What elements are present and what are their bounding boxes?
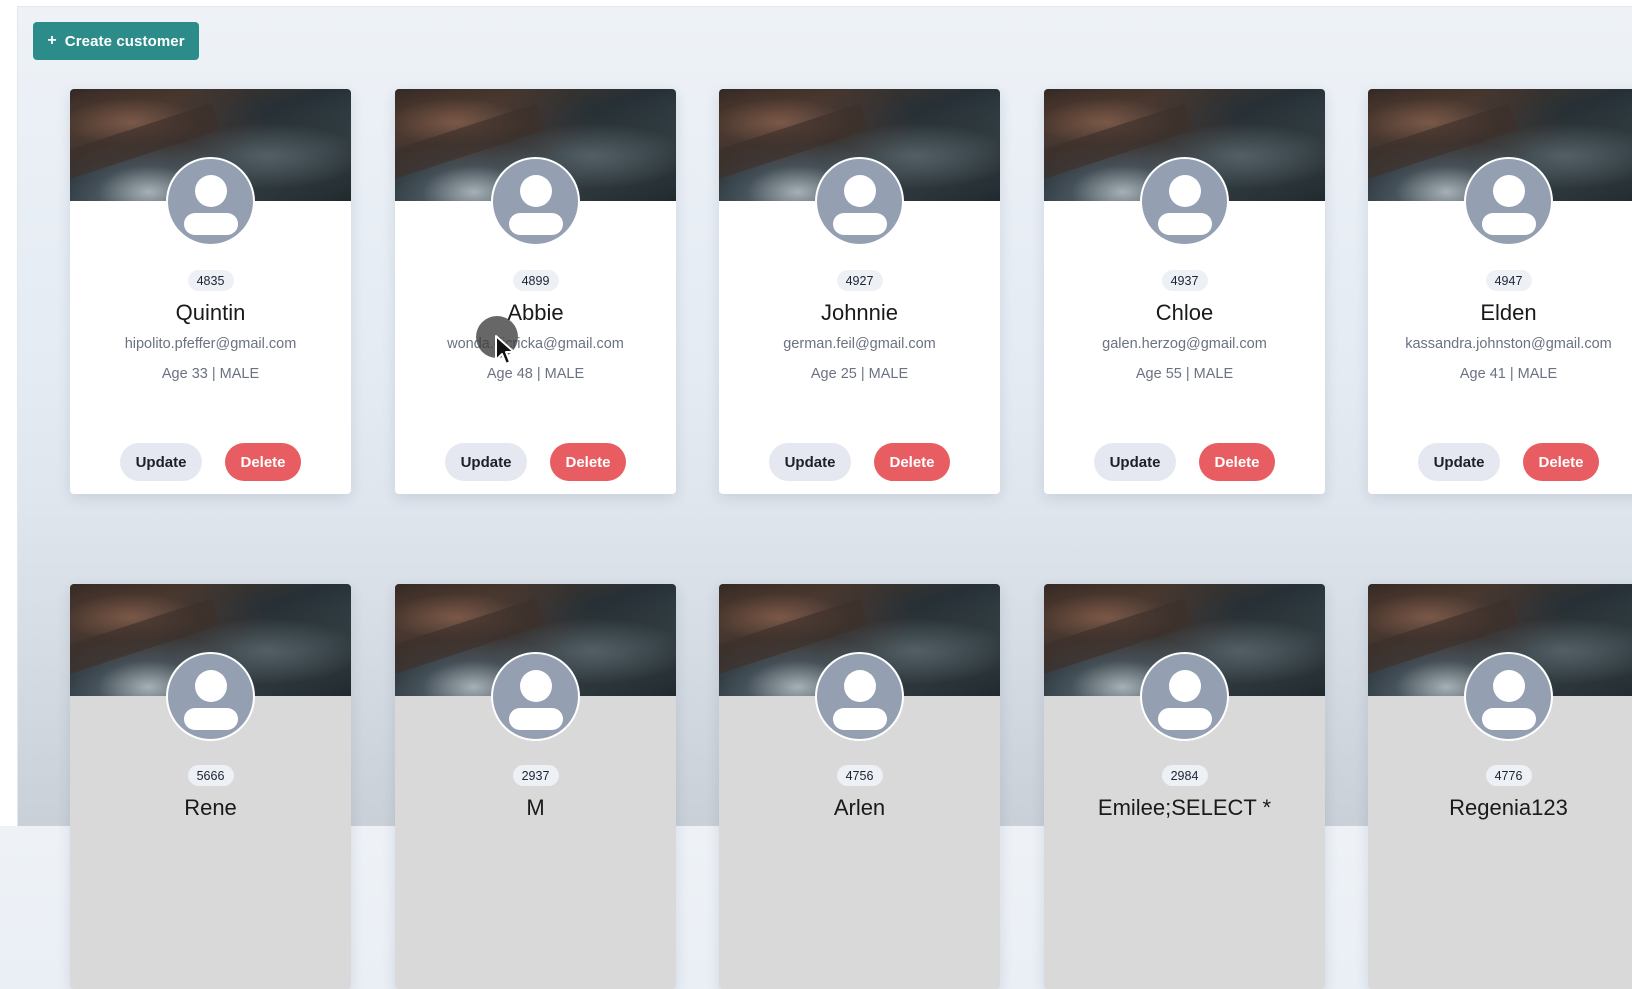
- avatar-icon: [1140, 157, 1229, 246]
- customer-card: 2984 Emilee;SELECT *: [1044, 584, 1325, 989]
- avatar-icon: [815, 652, 904, 741]
- customer-name: Arlen: [833, 795, 886, 820]
- customer-email: wonda.dicricka@gmail.com: [447, 336, 624, 352]
- avatar-icon: [1464, 157, 1553, 246]
- customer-name: Chloe: [1155, 300, 1214, 325]
- customer-id-badge: 4937: [1161, 270, 1208, 291]
- avatar-icon: [491, 157, 580, 246]
- customer-age-gender: Age 41 | MALE: [1459, 366, 1558, 382]
- customer-email: kassandra.johnston@gmail.com: [1405, 336, 1612, 352]
- customer-age-gender: Age 55 | MALE: [1135, 366, 1234, 382]
- customer-card: 2937 M: [395, 584, 676, 989]
- customer-name: Emilee;SELECT *: [1097, 795, 1272, 820]
- customer-name: Abbie: [507, 300, 564, 325]
- update-button[interactable]: Update: [445, 443, 527, 481]
- avatar-icon: [491, 652, 580, 741]
- customer-email: german.feil@gmail.com: [783, 336, 936, 352]
- customer-name: Johnnie: [820, 300, 899, 325]
- customer-id-badge: 4776: [1485, 765, 1532, 786]
- customer-card: 4756 Arlen: [719, 584, 1000, 989]
- customer-age-gender: Age 33 | MALE: [161, 366, 260, 382]
- avatar-icon: [815, 157, 904, 246]
- customer-id-badge: 5666: [187, 765, 234, 786]
- update-button[interactable]: Update: [769, 443, 851, 481]
- customer-id-badge: 4899: [512, 270, 559, 291]
- update-button[interactable]: Update: [1094, 443, 1176, 481]
- customer-id-badge: 2937: [512, 765, 559, 786]
- customer-card: 4899 Abbie wonda.dicricka@gmail.com Age …: [395, 89, 676, 494]
- customer-card: 4947 Elden kassandra.johnston@gmail.com …: [1368, 89, 1632, 494]
- customer-name: Regenia123: [1449, 795, 1568, 820]
- mouse-pointer-icon: [495, 335, 515, 365]
- avatar-icon: [166, 652, 255, 741]
- delete-button[interactable]: Delete: [550, 443, 626, 481]
- customer-id-badge: 4927: [836, 270, 883, 291]
- avatar-icon: [166, 157, 255, 246]
- customer-id-badge: 4835: [187, 270, 234, 291]
- customer-id-badge: 4756: [836, 765, 883, 786]
- customer-name: Quintin: [175, 300, 246, 325]
- delete-button[interactable]: Delete: [874, 443, 950, 481]
- customer-card: 4776 Regenia123: [1368, 584, 1632, 989]
- update-button[interactable]: Update: [1418, 443, 1500, 481]
- customer-id-badge: 2984: [1161, 765, 1208, 786]
- customer-name: M: [526, 795, 545, 820]
- avatar-icon: [1140, 652, 1229, 741]
- avatar-icon: [1464, 652, 1553, 741]
- customer-card: 4937 Chloe galen.herzog@gmail.com Age 55…: [1044, 89, 1325, 494]
- update-button[interactable]: Update: [120, 443, 202, 481]
- delete-button[interactable]: Delete: [225, 443, 301, 481]
- customer-card: 4927 Johnnie german.feil@gmail.com Age 2…: [719, 89, 1000, 494]
- customer-email: galen.herzog@gmail.com: [1102, 336, 1267, 352]
- delete-button[interactable]: Delete: [1199, 443, 1275, 481]
- customer-age-gender: Age 25 | MALE: [810, 366, 909, 382]
- customer-email: hipolito.pfeffer@gmail.com: [124, 336, 297, 352]
- customer-name: Elden: [1480, 300, 1537, 325]
- customer-card: 4835 Quintin hipolito.pfeffer@gmail.com …: [70, 89, 351, 494]
- customer-id-badge: 4947: [1485, 270, 1532, 291]
- customer-name: Rene: [184, 795, 237, 820]
- customer-age-gender: Age 48 | MALE: [486, 366, 585, 382]
- customer-card: 5666 Rene: [70, 584, 351, 989]
- customer-grid: 4835 Quintin hipolito.pfeffer@gmail.com …: [0, 0, 1632, 989]
- delete-button[interactable]: Delete: [1523, 443, 1599, 481]
